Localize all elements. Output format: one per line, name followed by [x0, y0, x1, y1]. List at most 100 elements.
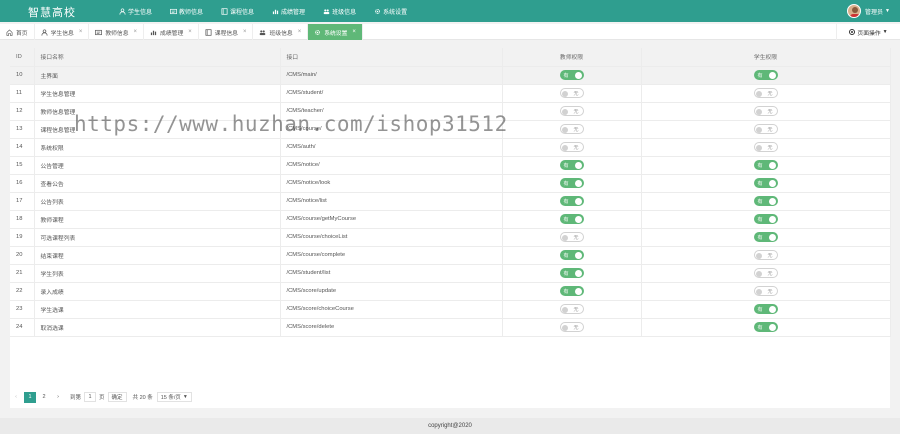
teacher-permission-toggle[interactable]: 有 — [559, 286, 584, 296]
teacher-permission-toggle[interactable]: 无 — [559, 106, 584, 116]
cell-path: /CMS/auth/ — [280, 138, 503, 157]
teacher-permission-toggle[interactable]: 有 — [559, 178, 584, 188]
student-permission-toggle[interactable]: 无 — [753, 286, 778, 296]
cell-name: 教师课程 — [34, 210, 281, 229]
teacher-permission-toggle[interactable]: 无 — [559, 304, 584, 314]
teacher-permission-toggle[interactable]: 无 — [559, 232, 584, 242]
table-row[interactable]: 20 结束课程/CMS/course/complete 有 无 — [10, 246, 891, 265]
teacher-permission-toggle[interactable]: 无 — [559, 322, 584, 332]
close-icon[interactable]: × — [352, 29, 356, 35]
user-icon — [41, 28, 48, 36]
topnav-item-0[interactable]: 学生信息 — [110, 0, 161, 22]
student-permission-toggle[interactable]: 有 — [753, 196, 778, 206]
tab-5[interactable]: 班级信息 × — [253, 24, 309, 40]
page-unit-label: 页 — [99, 395, 105, 401]
total-count: 共 20 条 — [132, 395, 153, 401]
table-row[interactable]: 21 学生列表/CMS/student/list 有 无 — [10, 264, 891, 283]
student-permission-toggle[interactable]: 无 — [753, 124, 778, 134]
topnav-item-2[interactable]: 课程信息 — [212, 0, 263, 22]
prev-page-button[interactable]: ‹ — [10, 392, 22, 403]
cell-teacher: 无 — [502, 120, 642, 139]
teacher-permission-toggle[interactable]: 有 — [559, 214, 584, 224]
topnav-label: 成绩管理 — [281, 9, 306, 16]
topnav-item-3[interactable]: 成绩管理 — [263, 0, 314, 22]
table-row[interactable]: 23 学生选课/CMS/score/choiceCourse 无 有 — [10, 300, 891, 319]
tab-label: 教师信息 — [105, 30, 129, 37]
student-permission-toggle[interactable]: 有 — [753, 322, 778, 332]
table-row[interactable]: 10 主界面/CMS/main/有 有 — [10, 66, 891, 85]
tab-3[interactable]: 成绩管理 × — [144, 24, 199, 40]
goto-page-input[interactable]: 1 — [84, 392, 97, 402]
cell-id: 23 — [10, 300, 35, 319]
cell-id: 20 — [10, 246, 35, 265]
teacher-permission-toggle[interactable]: 无 — [559, 124, 584, 134]
teacher-permission-toggle[interactable]: 有 — [559, 160, 584, 170]
chart-icon — [150, 29, 157, 36]
user-icon — [119, 7, 126, 15]
close-icon[interactable]: × — [134, 29, 138, 35]
student-permission-toggle[interactable]: 有 — [753, 178, 778, 188]
table-row[interactable]: 15 公告管理/CMS/notice/有 有 — [10, 156, 891, 175]
tab-1[interactable]: 学生信息 × — [35, 24, 90, 40]
cell-id: 13 — [10, 120, 35, 139]
teacher-permission-toggle[interactable]: 无 — [559, 142, 584, 152]
student-permission-toggle[interactable]: 有 — [753, 70, 778, 80]
student-permission-toggle[interactable]: 无 — [753, 106, 778, 116]
cell-path: /CMS/notice/look — [280, 174, 503, 193]
teacher-permission-toggle[interactable]: 有 — [559, 196, 584, 206]
cell-name: 学生选课 — [34, 300, 281, 319]
student-permission-toggle[interactable]: 有 — [753, 160, 778, 170]
next-page-button[interactable]: › — [52, 392, 64, 403]
topnav-item-5[interactable]: 系统设置 — [365, 0, 416, 22]
cell-teacher: 有 — [502, 174, 642, 193]
cell-teacher: 有 — [502, 264, 642, 283]
topnav-item-1[interactable]: 教师信息 — [161, 0, 212, 22]
top-header: 智慧高校 学生信息 教师信息 课程信息 成绩管理 班级信息 系统设置 管理员 ▼ — [0, 0, 900, 22]
cell-id: 15 — [10, 156, 35, 175]
tab-2[interactable]: 教师信息 × — [89, 24, 145, 40]
page-size-select[interactable]: 15 条/页 ▼ — [156, 392, 192, 402]
student-permission-toggle[interactable]: 有 — [753, 304, 778, 314]
table-row[interactable]: 22 录入成绩/CMS/score/update 有 无 — [10, 282, 891, 301]
table-row[interactable]: 12 教师信息管理/CMS/teacher/无 无 — [10, 102, 891, 121]
table-row[interactable]: 13 课程信息管理/CMS/course/无 无 — [10, 120, 891, 139]
tab-4[interactable]: 课程信息 × — [199, 24, 254, 40]
table-row[interactable]: 11 学生信息管理/CMS/student/无 无 — [10, 84, 891, 103]
teacher-permission-toggle[interactable]: 有 — [559, 268, 584, 278]
teacher-permission-toggle[interactable]: 有 — [559, 70, 584, 80]
page-number-button[interactable]: 1 — [24, 391, 36, 403]
topnav-item-4[interactable]: 班级信息 — [314, 0, 365, 22]
table-row[interactable]: 17 公告列表/CMS/notice/list 有 有 — [10, 192, 891, 211]
close-icon[interactable]: × — [188, 29, 192, 35]
close-icon[interactable]: × — [298, 29, 302, 35]
close-icon[interactable]: × — [79, 29, 83, 35]
confirm-button[interactable]: 确定 — [107, 392, 127, 402]
page-number-button[interactable]: 2 — [38, 392, 50, 403]
group-icon — [323, 8, 330, 15]
tab-label: 成绩管理 — [160, 30, 184, 37]
student-permission-toggle[interactable]: 有 — [753, 232, 778, 242]
cell-name: 可选课程列表 — [34, 228, 281, 247]
cell-id: 14 — [10, 138, 35, 157]
teacher-permission-toggle[interactable]: 无 — [559, 88, 584, 98]
teacher-permission-toggle[interactable]: 有 — [559, 250, 584, 260]
tab-0[interactable]: 首页 — [0, 24, 35, 40]
table-row[interactable]: 24 取消选课/CMS/score/delete 无 有 — [10, 318, 891, 337]
close-icon[interactable]: × — [243, 29, 247, 35]
table-row[interactable]: 16 查看公告/CMS/notice/look 有 有 — [10, 174, 891, 193]
cell-name: 学生列表 — [34, 264, 281, 283]
student-permission-toggle[interactable]: 有 — [753, 214, 778, 224]
user-menu[interactable]: 管理员 ▼ — [847, 3, 890, 19]
table-row[interactable]: 18 教师课程/CMS/course/getMyCourse 有 有 — [10, 210, 891, 229]
cell-id: 19 — [10, 228, 35, 247]
student-permission-toggle[interactable]: 无 — [753, 268, 778, 278]
tab-bar: 首页 学生信息 × 教师信息 × 成绩管理 × 课程信息 × 班级信息 × 系统设置 × 页面操作 ▼ — [0, 24, 900, 40]
student-permission-toggle[interactable]: 无 — [753, 88, 778, 98]
tab-6[interactable]: 系统设置 × — [308, 24, 363, 40]
student-permission-toggle[interactable]: 无 — [753, 142, 778, 152]
page-operations-button[interactable]: 页面操作 ▼ — [836, 24, 900, 40]
table-row[interactable]: 19 可选课程列表/CMS/course/choiceList 无 有 — [10, 228, 891, 247]
table-row[interactable]: 14 系统权限/CMS/auth/无 无 — [10, 138, 891, 157]
col-header-name: 接口名称 — [34, 48, 281, 67]
student-permission-toggle[interactable]: 无 — [753, 250, 778, 260]
